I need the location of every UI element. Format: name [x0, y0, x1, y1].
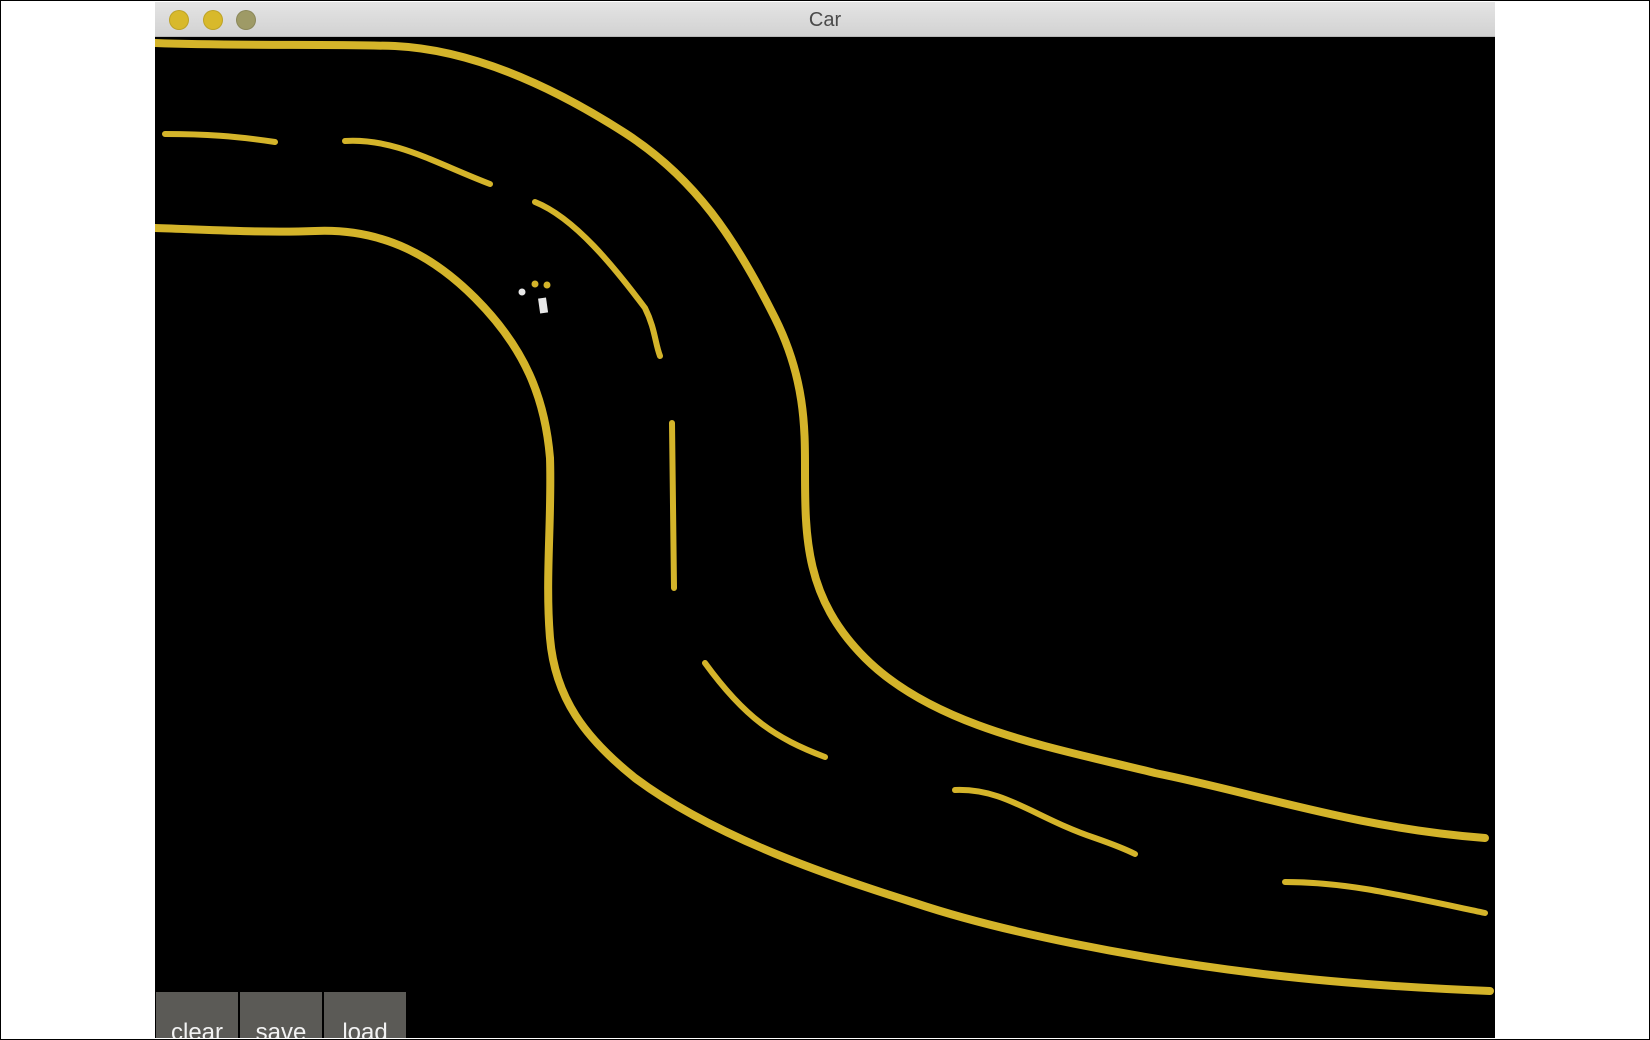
lane-dash — [669, 420, 677, 591]
window-title: Car — [808, 9, 842, 31]
lane-dash — [952, 786, 1138, 857]
car-sensor-icon — [518, 288, 526, 296]
title-bar: Car — [155, 2, 1495, 37]
car-sensor-icon — [531, 280, 539, 288]
road-outer-edge — [155, 39, 1489, 842]
clear-button[interactable]: clear — [156, 992, 238, 1038]
lane-dash — [702, 660, 828, 760]
toolbar: clear save load — [156, 992, 406, 1038]
load-button[interactable]: load — [324, 992, 406, 1038]
lane-dash — [532, 199, 663, 359]
lane-dash — [162, 131, 278, 145]
car-icon — [538, 297, 549, 314]
road-inner-edge — [155, 224, 1494, 995]
lane-dash — [1282, 879, 1488, 916]
app-window: Car clear save load — [155, 2, 1495, 1038]
drawing-canvas[interactable]: clear save load — [155, 38, 1495, 1038]
lane-dash — [342, 137, 493, 187]
road-drawing — [155, 39, 1494, 995]
save-button[interactable]: save — [240, 992, 322, 1038]
car-sensor-icon — [543, 281, 551, 289]
